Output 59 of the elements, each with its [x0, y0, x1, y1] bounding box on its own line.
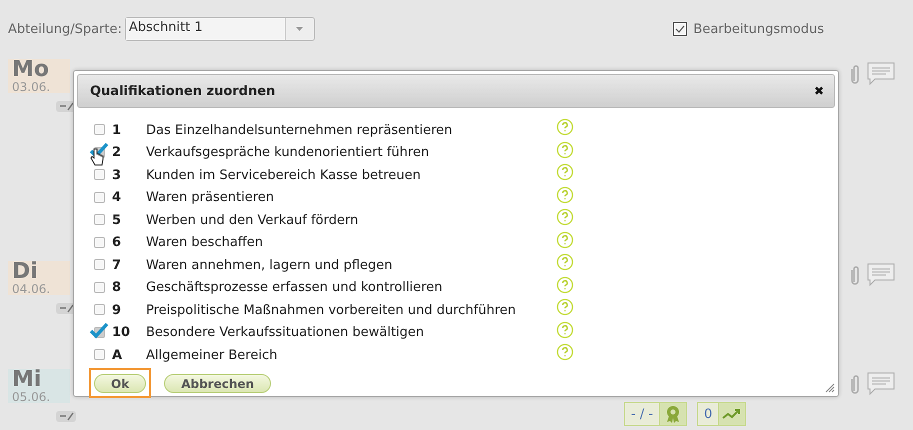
qualification-number: 1 [112, 122, 122, 138]
qualification-label: Geschäftsprozesse erfassen und kontrollieren [146, 280, 444, 296]
resize-grip-icon[interactable] [825, 383, 835, 393]
qualification-label: Allgemeiner Bereich [146, 348, 278, 363]
count-value: 0 [698, 403, 720, 425]
comment-icon[interactable] [867, 372, 895, 396]
help-icon[interactable] [556, 163, 574, 182]
qualification-number: 10 [112, 325, 132, 340]
day-tag: Mi 05.06. [8, 369, 70, 403]
help-icon[interactable] [556, 208, 574, 226]
qualification-number: 2 [112, 145, 122, 160]
qualification-label: Das Einzelhandelsunternehmen repräsentieren [146, 122, 454, 138]
grade-value: - / - [625, 403, 660, 425]
qualification-label: Verkaufsgespräche kundenorientiert führen [146, 145, 430, 160]
qualification-number: 7 [112, 258, 122, 273]
paperclip-icon[interactable] [851, 373, 861, 395]
help-icon[interactable] [556, 118, 574, 136]
dialog-title: Qualifikationen zuordnen [90, 84, 276, 98]
qualification-number: 9 [112, 302, 122, 318]
qualification-label: Besondere Verkaufssituationen bewältigen [146, 325, 426, 340]
day-tag: Mo 03.06. [8, 59, 70, 93]
qualification-number: 4 [112, 190, 122, 206]
help-icon[interactable] [556, 276, 574, 294]
qualification-label: Waren beschaffen [146, 235, 264, 250]
paperclip-icon[interactable] [851, 63, 861, 85]
qualification-number: A [112, 348, 124, 363]
comment-icon[interactable] [867, 62, 895, 86]
dialog-button[interactable]: Abbrechen [164, 374, 272, 393]
department-select[interactable]: Abschnitt 1 [124, 17, 315, 41]
help-icon[interactable] [556, 186, 574, 204]
help-icon[interactable] [556, 343, 574, 362]
qualification-label: Werben und den Verkauf fördern [146, 212, 360, 228]
department-label: Abteilung/Sparte: [8, 22, 122, 36]
paperclip-icon[interactable] [851, 264, 861, 286]
day-tag: Di 04.06. [8, 261, 70, 295]
help-icon[interactable] [556, 253, 574, 272]
qualification-number: 6 [112, 235, 122, 250]
checkbox[interactable] [89, 320, 109, 339]
trend-icon[interactable] [719, 403, 746, 425]
dialog-button[interactable]: Ok [94, 374, 146, 393]
close-button[interactable]: ✖ [814, 84, 824, 98]
qualification-label: Waren präsentieren [146, 190, 275, 206]
edit-mode-checkbox[interactable] [673, 22, 688, 36]
comment-icon[interactable] [867, 263, 895, 287]
award-icon[interactable] [660, 403, 686, 425]
edit-mode-label: Bearbeitungsmodus [693, 22, 824, 36]
qualification-label: Preispolitische Maßnahmen vorbereiten und durchführen [146, 302, 517, 318]
hand-cursor-icon [90, 148, 104, 166]
qualification-number: 3 [112, 168, 122, 183]
qualification-label: Kunden im Servicebereich Kasse betreuen [146, 168, 422, 183]
minus-pencil-icon[interactable] [56, 409, 78, 423]
qualification-label: Waren annehmen, lagern und pflegen [146, 258, 394, 273]
help-icon[interactable] [556, 320, 574, 339]
help-icon[interactable] [556, 298, 574, 316]
qualification-number: 8 [112, 280, 122, 296]
help-icon[interactable] [556, 230, 574, 249]
qualification-number: 5 [112, 212, 122, 228]
caret-icon [296, 27, 304, 31]
help-icon[interactable] [556, 140, 574, 159]
